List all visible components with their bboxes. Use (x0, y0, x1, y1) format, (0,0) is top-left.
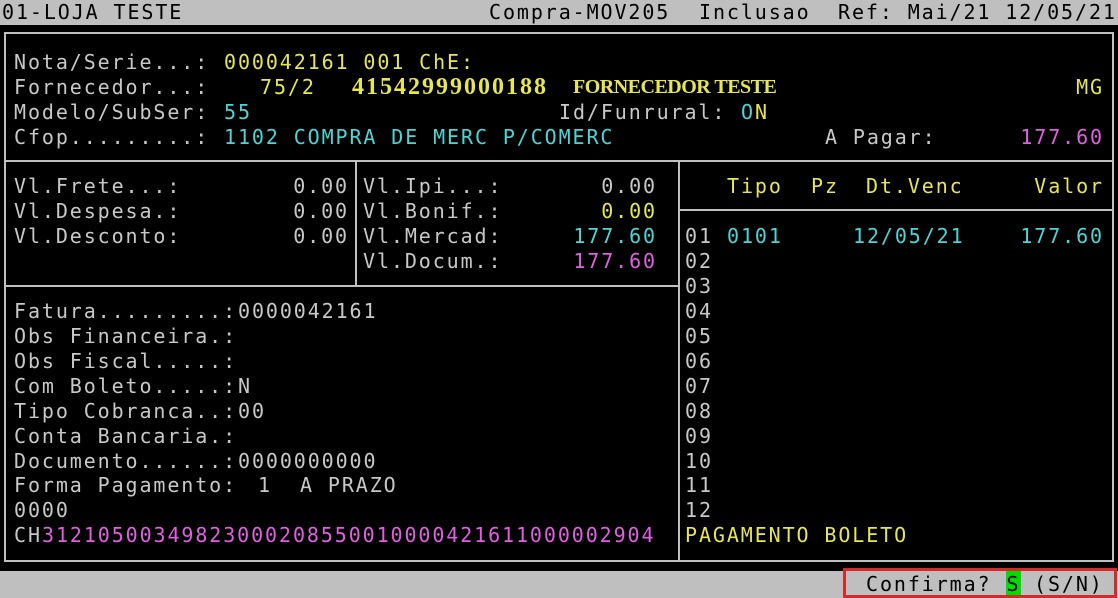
program-title: Compra-MOV205 (489, 0, 670, 25)
despesa-label: Vl.Despesa.: (14, 199, 181, 224)
documento-label: Documento......: (14, 449, 237, 474)
chave-prefix: CH (14, 523, 42, 548)
installment-row-num: 09 (685, 424, 713, 449)
installment-row-num: 03 (685, 274, 713, 299)
fornecedor-uf: MG (1076, 75, 1104, 100)
conta-bancaria-label: Conta Bancaria.: (14, 424, 237, 449)
documento-value: 0000000000 (238, 449, 377, 474)
desconto-label: Vl.Desconto: (14, 224, 181, 249)
bonif-label: Vl.Bonif.: (363, 199, 502, 224)
installment-row-num: 01 (685, 224, 713, 249)
installment-row-valor: 177.60 (1020, 224, 1104, 249)
company-title: 01-LOJA TESTE (2, 0, 183, 25)
funrural-value-o: O (741, 100, 755, 125)
extra-code: 0000 (14, 498, 70, 523)
reference-label: Ref: Mai/21 12/05/21 (838, 0, 1117, 25)
fornecedor-label: Fornecedor...: (14, 75, 209, 100)
obs-fiscal-label: Obs Fiscal.....: (14, 349, 237, 374)
installment-row-num: 08 (685, 399, 713, 424)
fornecedor-code: 75/2 (260, 75, 316, 100)
frete-label: Vl.Frete...: (14, 174, 181, 199)
top-status-bar: 01-LOJA TESTE Compra-MOV205 Inclusao Ref… (0, 0, 1118, 25)
installment-row-num: 10 (685, 449, 713, 474)
chave-acesso: 3121050034982300020855001000042161100000… (42, 523, 655, 548)
confirm-prompt-highlight-border (843, 568, 1117, 598)
fatura-label: Fatura.........: (14, 299, 237, 324)
modelo-label: Modelo/SubSer: (14, 100, 209, 125)
docum-value: 177.60 (573, 249, 657, 274)
installment-row-num: 11 (685, 473, 713, 498)
fornecedor-cnpj: 41542999000188 (352, 75, 548, 100)
fornecedor-name: FORNECEDOR TESTE (573, 75, 776, 100)
frete-value: 0.00 (293, 174, 349, 199)
outer-border-bottom (4, 560, 1114, 562)
column-header-pz: Pz (811, 174, 839, 199)
funrural-label: Id/Funrural: (559, 100, 726, 125)
docum-label: Vl.Docum.: (363, 249, 502, 274)
tipo-cobranca-label: Tipo Cobranca..: (14, 399, 237, 424)
mercad-value: 177.60 (573, 224, 657, 249)
forma-pagamento-code: 1 (258, 473, 272, 498)
a-pagar-value: 177.60 (1020, 125, 1104, 150)
header-box-divider (4, 160, 1114, 162)
funrural-value-n: N (755, 100, 769, 125)
tipo-cobranca-value: 00 (238, 399, 266, 424)
installment-row-dt-venc: 12/05/21 (853, 224, 965, 249)
installment-row-num: 02 (685, 249, 713, 274)
fatura-value: 0000042161 (238, 299, 377, 324)
mode-label: Inclusao (699, 0, 811, 25)
com-boleto-label: Com Boleto.....: (14, 374, 237, 399)
outer-border-top (4, 32, 1114, 34)
com-boleto-value: N (238, 374, 252, 399)
installment-row-num: 06 (685, 349, 713, 374)
installment-row-num: 05 (685, 324, 713, 349)
installment-row-tipo: 0101 (727, 224, 783, 249)
nota-serie-label: Nota/Serie...: (14, 50, 209, 75)
a-pagar-label: A Pagar: (825, 125, 937, 150)
despesa-value: 0.00 (293, 199, 349, 224)
desconto-value: 0.00 (293, 224, 349, 249)
ipi-value: 0.00 (601, 174, 657, 199)
installment-row-num: 07 (685, 374, 713, 399)
installment-row-num: 04 (685, 299, 713, 324)
nota-serie-value: 000042161 001 ChE: (224, 50, 475, 75)
modelo-value: 55 (224, 100, 252, 125)
installment-row-num: 12 (685, 498, 713, 523)
installments-footer: PAGAMENTO BOLETO (685, 523, 908, 548)
column-header-tipo: Tipo (727, 174, 783, 199)
forma-pagamento-desc: A PRAZO (300, 473, 398, 498)
terminal-screen: 01-LOJA TESTE Compra-MOV205 Inclusao Ref… (0, 0, 1118, 598)
forma-pagamento-label: Forma Pagamento: (14, 473, 237, 498)
bonif-value: 0.00 (601, 199, 657, 224)
column-header-dt-venc: Dt.Venc (866, 174, 964, 199)
cfop-value: 1102 COMPRA DE MERC P/COMERC (224, 125, 614, 150)
obs-financeira-label: Obs Financeira.: (14, 324, 237, 349)
column-header-valor: Valor (1034, 174, 1104, 199)
mercad-label: Vl.Mercad: (363, 224, 502, 249)
cfop-label: Cfop.........: (14, 125, 209, 150)
ipi-label: Vl.Ipi...: (363, 174, 502, 199)
